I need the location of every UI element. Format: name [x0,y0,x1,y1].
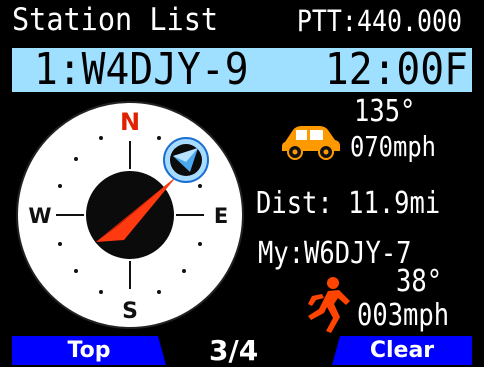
page-indicator: 3/4 [209,334,259,367]
screen-title: Station List [12,2,219,38]
station-time: 12:00F [324,44,468,95]
compass: N S W E [16,101,244,329]
softkey-bar: Top 3/4 Clear [0,334,484,367]
running-person-icon [308,277,350,333]
top-button[interactable]: Top [12,336,166,365]
compass-label-north: N [120,108,140,136]
compass-label-south: S [122,299,138,324]
own-heading: 38° [396,264,443,299]
own-speed: 003mph [357,298,450,333]
car-icon [282,126,340,160]
compass-label-west: W [28,204,51,228]
ptt-frequency: PTT:440.000 [296,4,462,38]
selected-station-bar[interactable]: 1:W4DJY-9 12:00F [12,44,472,95]
title-bar: Station List PTT:440.000 [0,0,484,46]
station-callsign: 1:W4DJY-9 [34,44,249,95]
own-callsign: My:W6DJY-7 [258,236,412,271]
target-bearing-icon [163,137,209,183]
distance-readout: Dist: 11.9mi [256,186,441,221]
clear-button[interactable]: Clear [332,336,472,365]
target-speed: 070mph [350,130,436,163]
compass-label-east: E [214,204,228,228]
target-heading: 135° [354,94,416,129]
